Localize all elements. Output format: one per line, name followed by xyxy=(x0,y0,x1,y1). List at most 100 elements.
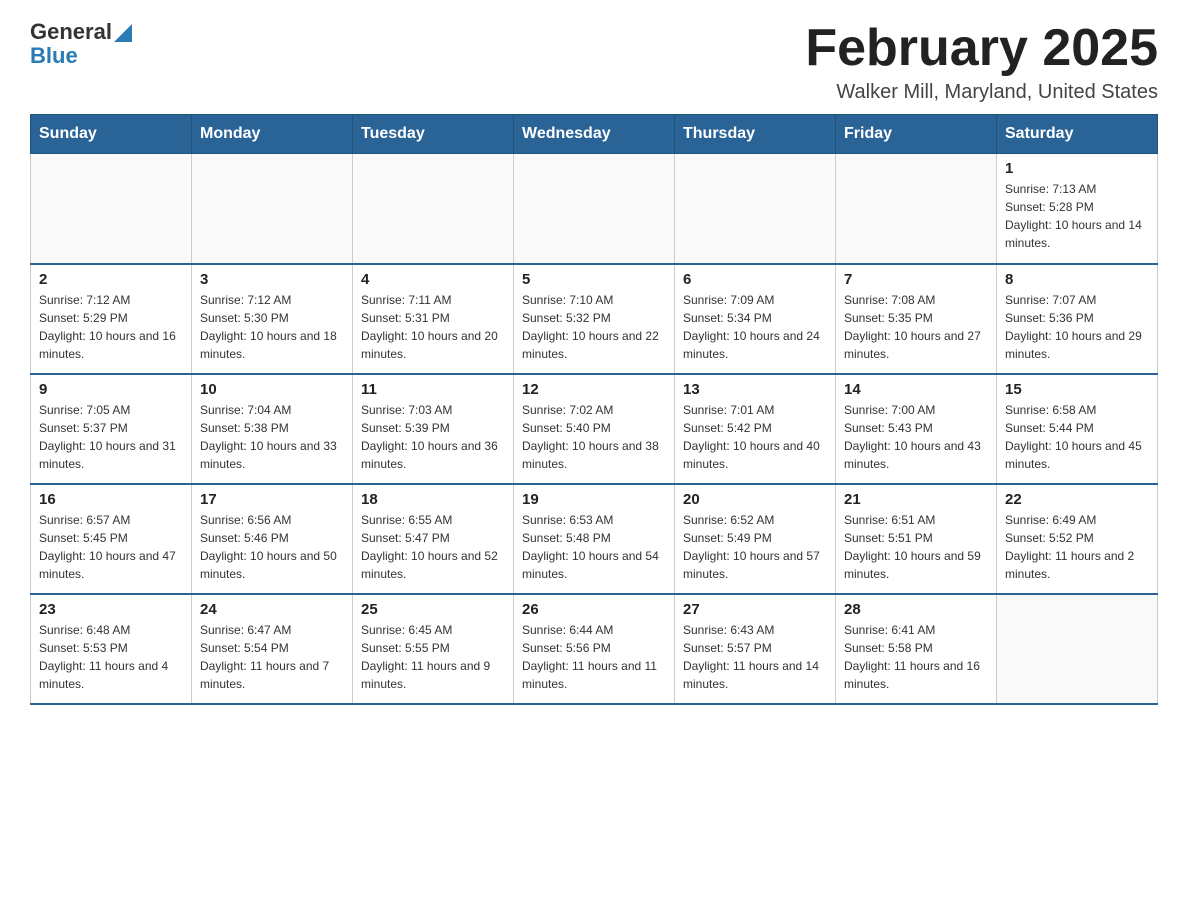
day-number: 22 xyxy=(1005,491,1149,508)
day-number: 11 xyxy=(361,381,505,398)
day-info: Sunrise: 7:05 AMSunset: 5:37 PMDaylight:… xyxy=(39,401,183,473)
day-info: Sunrise: 6:55 AMSunset: 5:47 PMDaylight:… xyxy=(361,511,505,583)
calendar-day: 21 Sunrise: 6:51 AMSunset: 5:51 PMDayligh… xyxy=(836,484,997,594)
day-info: Sunrise: 6:45 AMSunset: 5:55 PMDaylight:… xyxy=(361,621,505,693)
day-info: Sunrise: 7:12 AMSunset: 5:29 PMDaylight:… xyxy=(39,291,183,363)
header-saturday: Saturday xyxy=(997,115,1158,154)
calendar-week-4: 23 Sunrise: 6:48 AMSunset: 5:53 PMDayligh… xyxy=(31,594,1158,704)
calendar-day xyxy=(192,154,353,264)
logo-blue-text: Blue xyxy=(30,44,132,68)
calendar-day: 15 Sunrise: 6:58 AMSunset: 5:44 PMDayligh… xyxy=(997,374,1158,484)
calendar-week-0: 1 Sunrise: 7:13 AMSunset: 5:28 PMDaylight… xyxy=(31,154,1158,264)
calendar-day: 24 Sunrise: 6:47 AMSunset: 5:54 PMDayligh… xyxy=(192,594,353,704)
calendar-table: Sunday Monday Tuesday Wednesday Thursday… xyxy=(30,114,1158,705)
day-number: 20 xyxy=(683,491,827,508)
day-number: 1 xyxy=(1005,160,1149,177)
header-friday: Friday xyxy=(836,115,997,154)
calendar-day: 19Sunrise: 6:53 AMSunset: 5:48 PMDayligh… xyxy=(514,484,675,594)
header-tuesday: Tuesday xyxy=(353,115,514,154)
day-info: Sunrise: 6:51 AMSunset: 5:51 PMDaylight:… xyxy=(844,511,988,583)
day-number: 8 xyxy=(1005,271,1149,288)
calendar-week-1: 2Sunrise: 7:12 AMSunset: 5:29 PMDaylight… xyxy=(31,264,1158,374)
day-info: Sunrise: 6:52 AMSunset: 5:49 PMDaylight:… xyxy=(683,511,827,583)
day-info: Sunrise: 7:13 AMSunset: 5:28 PMDaylight:… xyxy=(1005,180,1149,252)
calendar-day xyxy=(836,154,997,264)
day-info: Sunrise: 7:01 AMSunset: 5:42 PMDaylight:… xyxy=(683,401,827,473)
day-number: 25 xyxy=(361,601,505,618)
header-sunday: Sunday xyxy=(31,115,192,154)
location-subtitle: Walker Mill, Maryland, United States xyxy=(805,81,1158,104)
day-info: Sunrise: 6:41 AMSunset: 5:58 PMDaylight:… xyxy=(844,621,988,693)
day-number: 19 xyxy=(522,491,666,508)
day-number: 14 xyxy=(844,381,988,398)
day-number: 23 xyxy=(39,601,183,618)
day-info: Sunrise: 6:49 AMSunset: 5:52 PMDaylight:… xyxy=(1005,511,1149,583)
calendar-day xyxy=(31,154,192,264)
day-info: Sunrise: 6:56 AMSunset: 5:46 PMDaylight:… xyxy=(200,511,344,583)
day-number: 21 xyxy=(844,491,988,508)
calendar-day: 22 Sunrise: 6:49 AMSunset: 5:52 PMDayligh… xyxy=(997,484,1158,594)
calendar-day: 3 Sunrise: 7:12 AMSunset: 5:30 PMDaylight… xyxy=(192,264,353,374)
calendar-day: 18 Sunrise: 6:55 AMSunset: 5:47 PMDayligh… xyxy=(353,484,514,594)
day-number: 26 xyxy=(522,601,666,618)
day-number: 4 xyxy=(361,271,505,288)
calendar-day: 17 Sunrise: 6:56 AMSunset: 5:46 PMDayligh… xyxy=(192,484,353,594)
logo-triangle-icon xyxy=(114,24,132,42)
day-number: 6 xyxy=(683,271,827,288)
header-wednesday: Wednesday xyxy=(514,115,675,154)
calendar-day: 11 Sunrise: 7:03 AMSunset: 5:39 PMDayligh… xyxy=(353,374,514,484)
day-info: Sunrise: 7:04 AMSunset: 5:38 PMDaylight:… xyxy=(200,401,344,473)
calendar-day: 5 Sunrise: 7:10 AMSunset: 5:32 PMDaylight… xyxy=(514,264,675,374)
day-info: Sunrise: 6:57 AMSunset: 5:45 PMDaylight:… xyxy=(39,511,183,583)
calendar-day xyxy=(997,594,1158,704)
calendar-week-3: 16 Sunrise: 6:57 AMSunset: 5:45 PMDayligh… xyxy=(31,484,1158,594)
day-number: 17 xyxy=(200,491,344,508)
calendar-day: 1 Sunrise: 7:13 AMSunset: 5:28 PMDaylight… xyxy=(997,154,1158,264)
day-info: Sunrise: 6:48 AMSunset: 5:53 PMDaylight:… xyxy=(39,621,183,693)
calendar-day: 12Sunrise: 7:02 AMSunset: 5:40 PMDayligh… xyxy=(514,374,675,484)
calendar-header: Sunday Monday Tuesday Wednesday Thursday… xyxy=(31,115,1158,154)
calendar-day: 20 Sunrise: 6:52 AMSunset: 5:49 PMDayligh… xyxy=(675,484,836,594)
calendar-day: 8 Sunrise: 7:07 AMSunset: 5:36 PMDaylight… xyxy=(997,264,1158,374)
day-number: 18 xyxy=(361,491,505,508)
day-number: 16 xyxy=(39,491,183,508)
calendar-day: 9Sunrise: 7:05 AMSunset: 5:37 PMDaylight… xyxy=(31,374,192,484)
calendar-day: 28Sunrise: 6:41 AMSunset: 5:58 PMDayligh… xyxy=(836,594,997,704)
calendar-day: 10 Sunrise: 7:04 AMSunset: 5:38 PMDayligh… xyxy=(192,374,353,484)
day-number: 3 xyxy=(200,271,344,288)
day-number: 13 xyxy=(683,381,827,398)
header-row: Sunday Monday Tuesday Wednesday Thursday… xyxy=(31,115,1158,154)
day-number: 24 xyxy=(200,601,344,618)
calendar-day: 26Sunrise: 6:44 AMSunset: 5:56 PMDayligh… xyxy=(514,594,675,704)
day-number: 27 xyxy=(683,601,827,618)
day-info: Sunrise: 6:58 AMSunset: 5:44 PMDaylight:… xyxy=(1005,401,1149,473)
day-info: Sunrise: 7:00 AMSunset: 5:43 PMDaylight:… xyxy=(844,401,988,473)
calendar-day: 25 Sunrise: 6:45 AMSunset: 5:55 PMDayligh… xyxy=(353,594,514,704)
day-number: 5 xyxy=(522,271,666,288)
day-number: 7 xyxy=(844,271,988,288)
calendar-body: 1 Sunrise: 7:13 AMSunset: 5:28 PMDaylight… xyxy=(31,154,1158,704)
day-info: Sunrise: 7:03 AMSunset: 5:39 PMDaylight:… xyxy=(361,401,505,473)
day-info: Sunrise: 7:10 AMSunset: 5:32 PMDaylight:… xyxy=(522,291,666,363)
calendar-day: 2Sunrise: 7:12 AMSunset: 5:29 PMDaylight… xyxy=(31,264,192,374)
calendar-day: 4 Sunrise: 7:11 AMSunset: 5:31 PMDaylight… xyxy=(353,264,514,374)
day-info: Sunrise: 7:12 AMSunset: 5:30 PMDaylight:… xyxy=(200,291,344,363)
calendar-day: 7 Sunrise: 7:08 AMSunset: 5:35 PMDaylight… xyxy=(836,264,997,374)
day-number: 15 xyxy=(1005,381,1149,398)
day-info: Sunrise: 7:09 AMSunset: 5:34 PMDaylight:… xyxy=(683,291,827,363)
calendar-day xyxy=(353,154,514,264)
calendar-day: 27 Sunrise: 6:43 AMSunset: 5:57 PMDayligh… xyxy=(675,594,836,704)
day-info: Sunrise: 7:07 AMSunset: 5:36 PMDaylight:… xyxy=(1005,291,1149,363)
header-monday: Monday xyxy=(192,115,353,154)
day-number: 12 xyxy=(522,381,666,398)
day-info: Sunrise: 7:08 AMSunset: 5:35 PMDaylight:… xyxy=(844,291,988,363)
calendar-week-2: 9Sunrise: 7:05 AMSunset: 5:37 PMDaylight… xyxy=(31,374,1158,484)
day-info: Sunrise: 6:47 AMSunset: 5:54 PMDaylight:… xyxy=(200,621,344,693)
day-info: Sunrise: 6:43 AMSunset: 5:57 PMDaylight:… xyxy=(683,621,827,693)
day-info: Sunrise: 7:11 AMSunset: 5:31 PMDaylight:… xyxy=(361,291,505,363)
day-number: 10 xyxy=(200,381,344,398)
calendar-day: 6 Sunrise: 7:09 AMSunset: 5:34 PMDaylight… xyxy=(675,264,836,374)
page-header: General Blue February 2025 Walker Mill, … xyxy=(30,20,1158,104)
calendar-day: 23 Sunrise: 6:48 AMSunset: 5:53 PMDayligh… xyxy=(31,594,192,704)
logo-general-text: General xyxy=(30,20,112,44)
